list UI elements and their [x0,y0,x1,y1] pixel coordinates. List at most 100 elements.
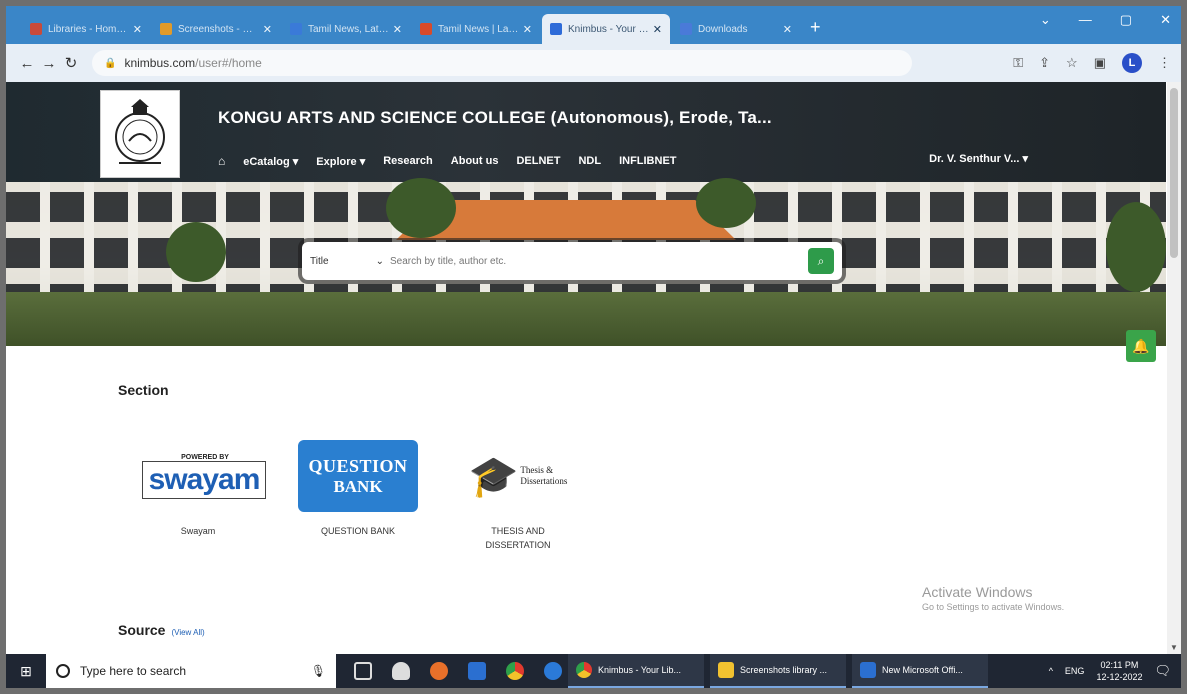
windows-start-icon[interactable]: ⊞ [6,663,46,680]
search-type-select[interactable]: Title ⌄ [310,256,390,267]
taskbar-app-explorer[interactable]: Screenshots library ... [710,654,846,688]
view-all-link[interactable]: (View All) [171,628,204,637]
chevron-up-icon[interactable]: ^ [1049,666,1053,676]
close-icon[interactable]: ✕ [133,23,142,36]
calculator-icon[interactable] [468,662,486,680]
thesis-line1: Thesis & [520,465,554,475]
notification-bell-button[interactable]: 🔔 [1126,330,1156,362]
star-icon[interactable]: ☆ [1066,55,1078,71]
nav-delnet[interactable]: DELNET [516,155,560,167]
tab-favicon [30,23,42,35]
card-thesis-dissertation[interactable]: 🎓 Thesis & Dissertations THESIS AND DISS… [438,440,598,552]
tab-label: Tamil News, Latest Ta... [308,23,389,35]
college-name[interactable]: KONGU ARTS AND SCIENCE COLLEGE (Autonomo… [218,108,772,128]
minimize-icon[interactable]: — [1079,12,1092,28]
card-swayam[interactable]: POWERED BY swayam Swayam [118,440,278,552]
tree-image [166,222,226,282]
page-scrollbar[interactable]: ▼ [1167,82,1181,654]
office-icon [860,662,876,678]
browser-tab[interactable]: Tamil News, Latest Ta... ✕ [282,14,410,44]
notification-center-icon[interactable]: 🗨 [1154,663,1171,679]
back-icon[interactable]: ← [16,55,38,72]
reload-icon[interactable]: ↻ [60,54,82,72]
search-icon: ⌕ [817,253,825,268]
close-window-icon[interactable]: ✕ [1160,12,1171,28]
toolbar-actions: ⚿ ⇪ ☆ ▣ L ⋮ [1013,53,1171,73]
windows-taskbar: ⊞ Type here to search 🎙 Knimbus - Your L… [6,654,1181,688]
browser-tab-active[interactable]: Knimbus - Your Libra... ✕ [542,14,670,44]
college-logo[interactable] [100,90,180,178]
language-indicator[interactable]: ENG [1065,666,1085,676]
close-icon[interactable]: ✕ [653,23,662,36]
sidepanel-icon[interactable]: ▣ [1094,55,1106,71]
tree-image [696,178,756,228]
card-question-bank[interactable]: QUESTION BANK QUESTION BANK [278,440,438,552]
forward-icon[interactable]: → [38,55,60,72]
chevron-down-icon: ⌄ [375,255,384,267]
search-input[interactable] [390,255,808,267]
activate-line1: Activate Windows [922,584,1033,600]
taskbar-search[interactable]: Type here to search 🎙 [46,654,336,688]
browser-toolbar: ← → ↻ 🔒 knimbus.com /user#/home ⚿ ⇪ ☆ ▣ … [6,44,1181,82]
clock[interactable]: 02:11 PM 12-12-2022 [1096,659,1142,683]
microphone-icon[interactable]: 🎙 [311,664,326,678]
folder-icon [718,662,734,678]
tab-label: Knimbus - Your Libra... [568,23,649,35]
taskbar-app-chrome[interactable]: Knimbus - Your Lib... [568,654,704,688]
task-view-icon[interactable] [354,662,372,680]
swayam-wordmark: swayam [141,460,267,499]
maximize-icon[interactable]: ▢ [1120,12,1132,28]
qb-line2: BANK [333,476,383,496]
user-menu[interactable]: Dr. V. Senthur V... ▾ [929,152,1028,165]
card-caption: Swayam [180,526,216,536]
search-bar: Title ⌄ ⌕ [302,242,842,280]
chrome-icon[interactable] [506,662,524,680]
security-icon[interactable] [392,662,410,680]
share-icon[interactable]: ⇪ [1039,55,1050,71]
nav-explore[interactable]: Explore ▾ [316,155,365,168]
taskbar-search-placeholder: Type here to search [80,664,187,678]
taskbar-app-label: Knimbus - Your Lib... [598,665,682,675]
college-emblem-icon [115,99,165,164]
chevron-down-icon[interactable]: ⌄ [1040,12,1051,28]
taskbar-app-label: New Microsoft Offi... [882,665,963,675]
close-icon[interactable]: ✕ [393,23,402,36]
tab-favicon [550,23,562,35]
home-icon[interactable]: ⌂ [218,154,225,168]
nav-research[interactable]: Research [383,155,433,167]
browser-tab[interactable]: Downloads ✕ [672,14,800,44]
swayam-powered-by: POWERED BY [181,453,229,461]
activate-line2: Go to Settings to activate Windows. [922,602,1065,612]
browser-tab[interactable]: Tamil News | Latest ✕ [412,14,540,44]
tab-label: Libraries - Home Page [48,23,129,35]
search-button[interactable]: ⌕ [808,248,834,274]
edge-icon[interactable] [544,662,562,680]
close-icon[interactable]: ✕ [523,23,532,36]
profile-avatar[interactable]: L [1122,53,1142,73]
close-icon[interactable]: ✕ [263,23,272,36]
firefox-icon[interactable] [430,662,448,680]
search-type-label: Title [310,255,329,267]
scroll-down-icon[interactable]: ▼ [1170,643,1178,652]
new-tab-button[interactable]: + [810,17,821,38]
card-caption: THESIS AND DISSERTATION [485,526,551,550]
card-caption: QUESTION BANK [320,526,395,536]
address-bar[interactable]: 🔒 knimbus.com /user#/home [92,50,912,76]
nav-ecatalog[interactable]: eCatalog ▾ [243,155,298,168]
scrollbar-thumb[interactable] [1170,88,1178,258]
taskbar-app-label: Screenshots library ... [740,665,828,675]
cortana-icon [56,664,70,678]
graduation-cap-icon: 🎓 [468,454,519,499]
browser-tab[interactable]: Libraries - Home Page ✕ [22,14,150,44]
chrome-icon [576,662,592,678]
close-icon[interactable]: ✕ [783,23,792,36]
nav-about-us[interactable]: About us [451,155,499,167]
taskbar-app-office[interactable]: New Microsoft Offi... [852,654,988,688]
lock-icon: 🔒 [104,57,117,69]
nav-inflibnet[interactable]: INFLIBNET [619,155,676,167]
nav-ndl[interactable]: NDL [578,155,601,167]
browser-tab[interactable]: Screenshots - my ... ✕ [152,14,280,44]
key-icon[interactable]: ⚿ [1013,55,1023,71]
qb-line1: QUESTION [308,455,408,476]
menu-icon[interactable]: ⋮ [1158,55,1171,71]
